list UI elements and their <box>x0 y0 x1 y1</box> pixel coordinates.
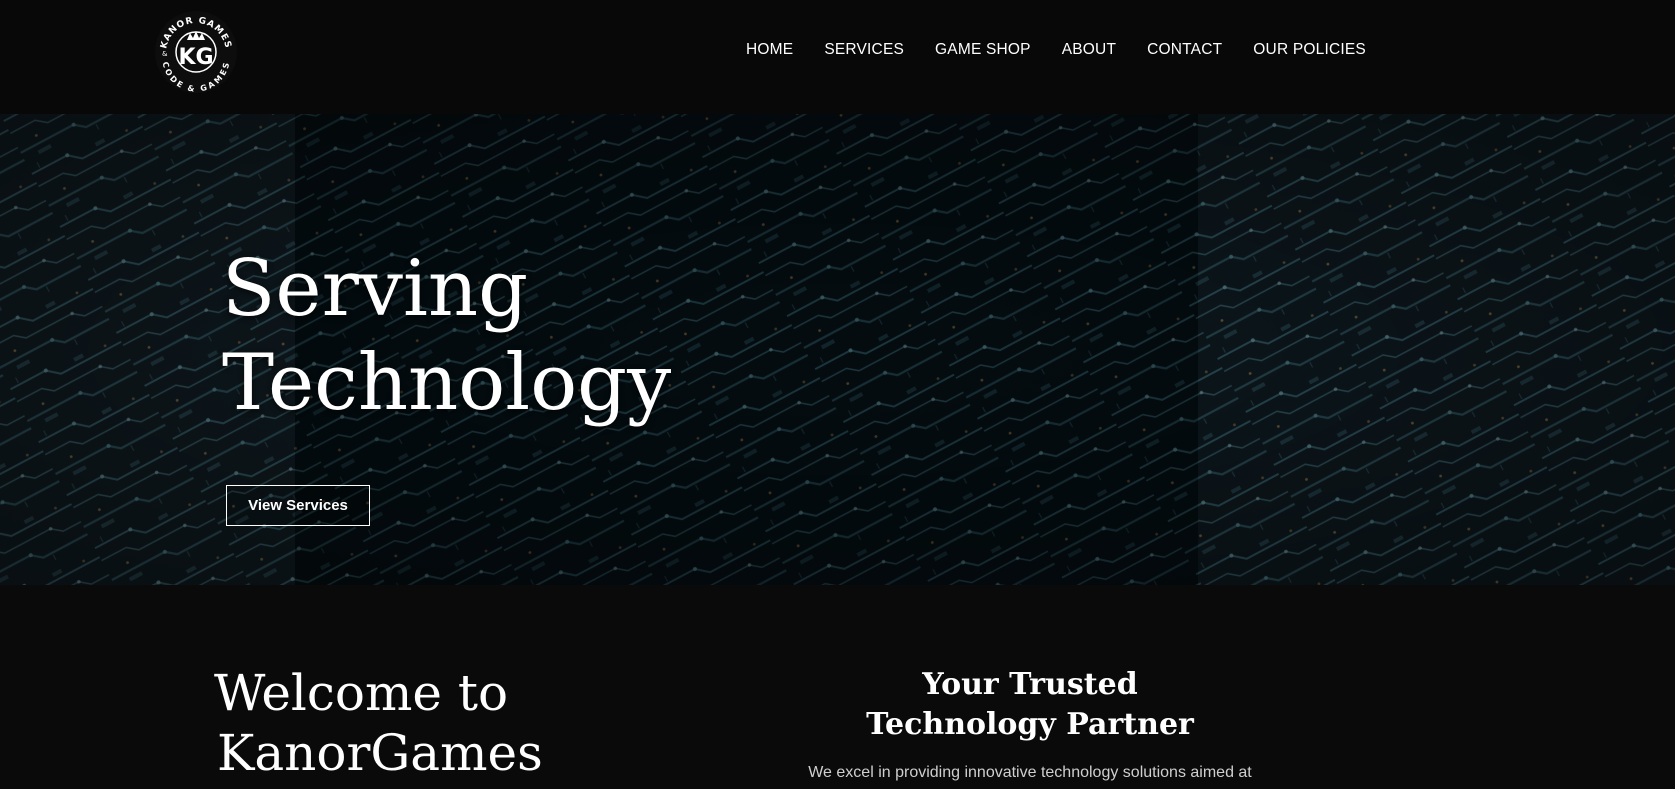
main-nav: HOME SERVICES GAME SHOP ABOUT CONTACT OU… <box>746 38 1366 62</box>
hero-title-line-2: Technology <box>222 338 672 428</box>
nav-item-home[interactable]: HOME <box>746 38 793 62</box>
svg-text:&: & <box>162 50 168 58</box>
hero-title-line-1: Serving <box>222 244 529 334</box>
trusted-partner-text: We excel in providing innovative technol… <box>808 764 1252 781</box>
trusted-partner-heading-line-2: Technology Partner <box>866 707 1194 742</box>
trusted-partner-heading-line-1: Your Trusted <box>922 667 1138 702</box>
nav-item-about[interactable]: ABOUT <box>1062 38 1116 62</box>
logo-monogram: KG <box>178 45 213 70</box>
trusted-partner-heading: Your Trusted Technology Partner <box>790 665 1270 745</box>
welcome-heading-line-1: Welcome to <box>214 664 509 722</box>
view-services-button[interactable]: View Services <box>226 485 370 526</box>
logo-emblem-icon: KANOR GAMES CODE & GAMES KG & <box>155 11 237 94</box>
hero-section: Serving Technology View Services <box>0 114 1675 585</box>
site-header: KANOR GAMES CODE & GAMES KG & HOME SERVI… <box>0 0 1675 114</box>
nav-item-services[interactable]: SERVICES <box>824 38 904 62</box>
nav-item-our-policies[interactable]: OUR POLICIES <box>1253 38 1366 62</box>
welcome-heading-line-2: KanorGames <box>217 724 543 782</box>
hero-title: Serving Technology <box>222 242 671 430</box>
nav-item-game-shop[interactable]: GAME SHOP <box>935 38 1031 62</box>
nav-item-contact[interactable]: CONTACT <box>1147 38 1222 62</box>
kanor-games-logo[interactable]: KANOR GAMES CODE & GAMES KG & <box>153 8 239 94</box>
welcome-heading: Welcome to KanorGames <box>214 663 543 783</box>
